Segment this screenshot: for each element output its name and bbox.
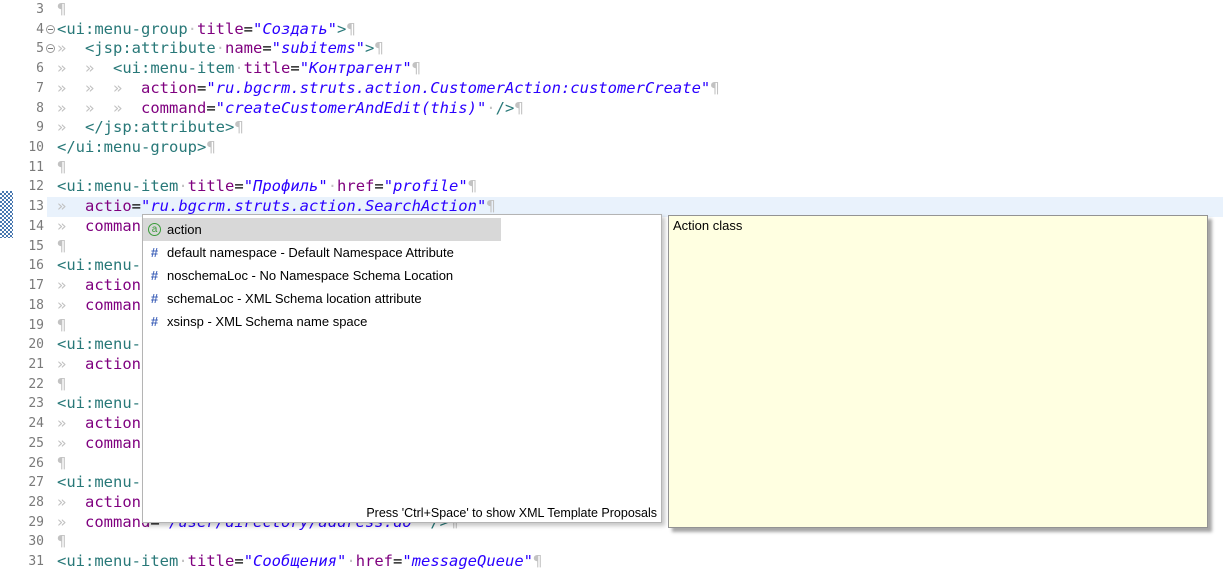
- completion-item[interactable]: # noschemaLoc - No Namespace Schema Locat…: [143, 264, 661, 287]
- fold-collapse-icon[interactable]: [46, 44, 55, 53]
- code-text: » » » action="ru.bgcrm.struts.action.Cus…: [57, 79, 720, 99]
- line-number: 24: [0, 414, 44, 434]
- code-line: 11 ¶: [0, 158, 1223, 178]
- completion-label: xsinsp - XML Schema name space: [167, 314, 367, 329]
- code-text: » comman: [57, 434, 141, 454]
- line-number: 17: [0, 276, 44, 296]
- line-number: 6: [0, 59, 44, 79]
- code-text: ¶: [57, 0, 66, 20]
- line-number: 20: [0, 335, 44, 355]
- line-number: 8: [0, 99, 44, 119]
- code-text: ¶: [57, 454, 66, 474]
- template-icon: #: [148, 291, 161, 306]
- attribute-icon: a: [148, 223, 161, 236]
- code-text: <ui:menu-i: [57, 394, 150, 414]
- line-number: 19: [0, 316, 44, 336]
- code-line: 8 » » » command="createCustomerAndEdit(th…: [0, 99, 1223, 119]
- code-text: <ui:menu-group·title="Создать">¶: [57, 20, 356, 40]
- completion-label: schemaLoc - XML Schema location attribut…: [167, 291, 422, 306]
- code-line: 9 » </jsp:attribute>¶: [0, 118, 1223, 138]
- completion-item[interactable]: # xsinsp - XML Schema name space: [143, 310, 661, 333]
- code-text: ¶: [57, 237, 66, 257]
- tooltip-text: Action class: [673, 218, 742, 233]
- completion-item[interactable]: # schemaLoc - XML Schema location attribu…: [143, 287, 661, 310]
- code-text: » action: [57, 276, 141, 296]
- line-number: 27: [0, 473, 44, 493]
- code-text: <ui:menu-item·title="Профиль"·href="prof…: [57, 177, 477, 197]
- line-number: 30: [0, 532, 44, 552]
- code-line: 4 <ui:menu-group·title="Создать">¶: [0, 20, 1223, 40]
- code-line: 31 <ui:menu-item·title="Сообщения"·href="…: [0, 552, 1223, 570]
- code-text: <ui:menu-i: [57, 256, 150, 276]
- line-number: 18: [0, 296, 44, 316]
- code-line: 10 </ui:menu-group>¶: [0, 138, 1223, 158]
- line-number: 26: [0, 454, 44, 474]
- fold-collapse-icon[interactable]: [46, 25, 55, 34]
- line-number: 23: [0, 394, 44, 414]
- code-text: <ui:menu-item·title="Сообщения"·href="me…: [57, 552, 542, 570]
- line-number: 4: [0, 20, 44, 40]
- line-number: 15: [0, 237, 44, 257]
- code-text: </ui:menu-group>¶: [57, 138, 216, 158]
- code-text: » comman: [57, 296, 141, 316]
- line-number: 22: [0, 375, 44, 395]
- code-text: » action: [57, 355, 141, 375]
- code-text: » action: [57, 414, 141, 434]
- completion-item[interactable]: aaction: [143, 218, 501, 241]
- line-number: 3: [0, 0, 44, 20]
- line-number: 21: [0, 355, 44, 375]
- line-number: 9: [0, 118, 44, 138]
- line-number: 14: [0, 217, 44, 237]
- popup-footer-hint: Press 'Ctrl+Space' to show XML Template …: [366, 506, 657, 520]
- code-line: 30 ¶: [0, 532, 1223, 552]
- line-number: 16: [0, 256, 44, 276]
- code-text: ¶: [57, 532, 66, 552]
- line-number: 5: [0, 39, 44, 59]
- code-line: 3¶: [0, 0, 1223, 20]
- code-line: 5 » <jsp:attribute·name="subitems">¶: [0, 39, 1223, 59]
- completion-list: aaction # default namespace - Default Name…: [143, 215, 661, 333]
- template-icon: #: [148, 268, 161, 283]
- code-text: ¶: [57, 375, 66, 395]
- code-text: » action: [57, 493, 141, 513]
- code-text: <ui:menu-i: [57, 473, 150, 493]
- code-text: » » <ui:menu-item·title="Контрагент"¶: [57, 59, 421, 79]
- line-number: 11: [0, 158, 44, 178]
- code-text: » comman: [57, 217, 141, 237]
- code-line: 6 » » <ui:menu-item·title="Контрагент"¶: [0, 59, 1223, 79]
- code-text: ¶: [57, 316, 66, 336]
- line-number: 12: [0, 177, 44, 197]
- line-number: 7: [0, 79, 44, 99]
- ide-window: 3¶4<ui:menu-group·title="Создать">¶5» <j…: [0, 0, 1223, 570]
- proposal-info-tooltip: Action class: [668, 215, 1208, 528]
- template-icon: #: [148, 314, 161, 329]
- code-line: 7 » » » action="ru.bgcrm.struts.action.Cu…: [0, 79, 1223, 99]
- code-text: » </jsp:attribute>¶: [57, 118, 244, 138]
- line-number: 10: [0, 138, 44, 158]
- line-number: 25: [0, 434, 44, 454]
- template-icon: #: [148, 245, 161, 260]
- code-text: ¶: [57, 158, 66, 178]
- line-number: 28: [0, 493, 44, 513]
- line-number: 31: [0, 552, 44, 570]
- autocomplete-popup: aaction # default namespace - Default Name…: [142, 214, 662, 523]
- completion-item[interactable]: # default namespace - Default Namespace A…: [143, 241, 661, 264]
- code-text: <ui:menu-i: [57, 335, 150, 355]
- code-line: 12 <ui:menu-item·title="Профиль"·href="pr…: [0, 177, 1223, 197]
- completion-label: default namespace - Default Namespace At…: [167, 245, 454, 260]
- completion-label: noschemaLoc - No Namespace Schema Locati…: [167, 268, 453, 283]
- code-text: » » » command="createCustomerAndEdit(thi…: [57, 99, 524, 119]
- code-text: » <jsp:attribute·name="subitems">¶: [57, 39, 384, 59]
- line-number: 29: [0, 513, 44, 533]
- line-number: 13: [0, 197, 44, 217]
- completion-label: action: [167, 222, 202, 237]
